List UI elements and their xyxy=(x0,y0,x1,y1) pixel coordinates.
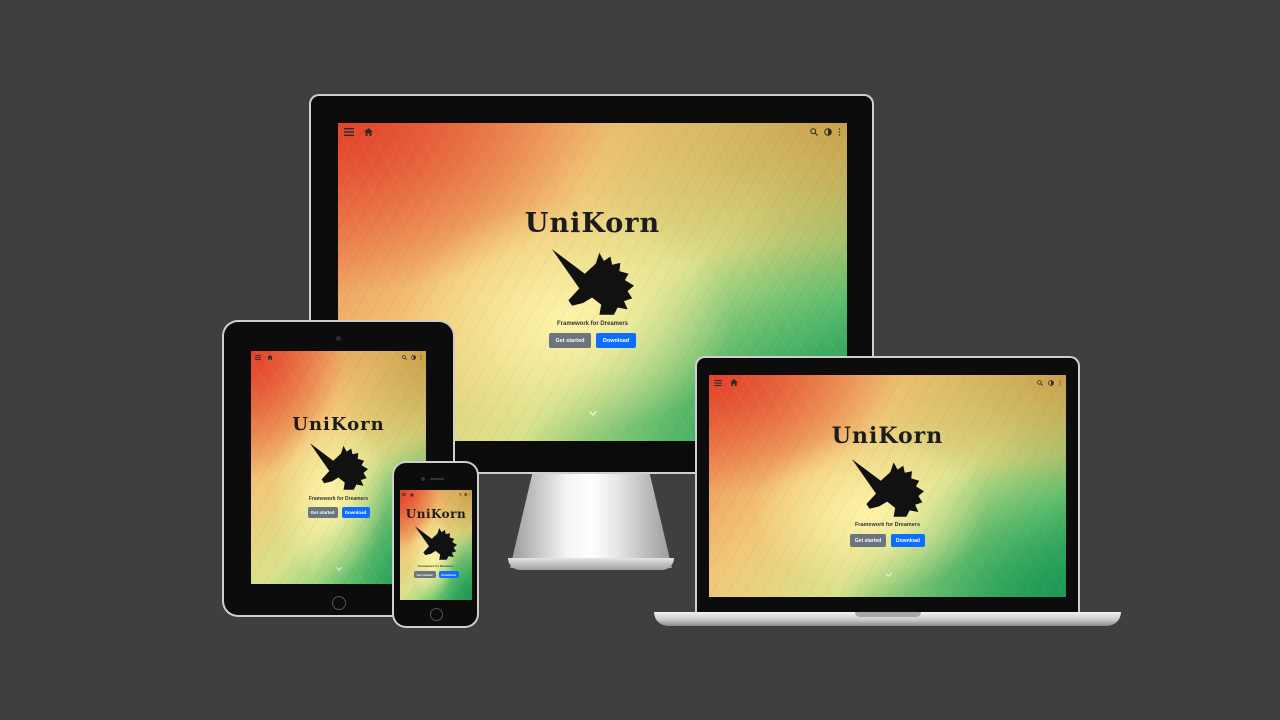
more-vertical-icon[interactable] xyxy=(420,355,422,360)
get-started-button[interactable]: Get started xyxy=(549,333,591,348)
chevron-down-icon[interactable] xyxy=(884,573,892,577)
hero-buttons: Get started Download xyxy=(549,333,636,348)
chevron-down-icon[interactable] xyxy=(335,567,342,571)
monitor-base xyxy=(508,558,674,570)
hero-section: UniKorn Framework for Dreamers Get start… xyxy=(338,209,847,348)
tagline: Framework for Dreamers xyxy=(418,564,454,568)
unicorn-logo-icon xyxy=(415,526,457,560)
home-icon[interactable] xyxy=(364,128,373,136)
hero-section: UniKorn Framework for Dreamers Get start… xyxy=(400,507,472,578)
hero-buttons: Get started Download xyxy=(413,571,459,578)
site-title: UniKorn xyxy=(524,208,661,239)
download-button[interactable]: Download xyxy=(341,507,370,518)
phone-speaker xyxy=(430,478,444,480)
home-icon[interactable] xyxy=(410,492,414,497)
hero-section: UniKorn Framework for Dreamers Get start… xyxy=(709,424,1066,547)
top-navbar xyxy=(251,351,426,364)
site-title: UniKorn xyxy=(831,423,944,449)
unicorn-logo-icon xyxy=(551,249,634,315)
phone-home-button[interactable] xyxy=(430,608,443,621)
top-navbar xyxy=(400,490,472,499)
hamburger-menu-icon[interactable] xyxy=(255,355,261,360)
home-icon[interactable] xyxy=(267,355,273,360)
hamburger-menu-icon[interactable] xyxy=(714,379,722,386)
hero-buttons: Get started Download xyxy=(850,534,925,547)
phone-screen: UniKorn Framework for Dreamers Get start… xyxy=(400,490,472,600)
more-vertical-icon[interactable] xyxy=(469,493,470,496)
search-icon[interactable] xyxy=(810,128,818,136)
download-button[interactable]: Download xyxy=(438,571,459,578)
get-started-button[interactable]: Get started xyxy=(850,534,886,547)
top-navbar xyxy=(338,123,847,141)
monitor-stand xyxy=(510,472,672,568)
tagline: Framework for Dreamers xyxy=(854,522,921,528)
hero-buttons: Get started Download xyxy=(307,507,370,518)
contrast-icon[interactable] xyxy=(411,355,416,360)
hamburger-menu-icon[interactable] xyxy=(344,128,354,136)
search-icon[interactable] xyxy=(459,493,462,496)
tagline: Framework for Dreamers xyxy=(556,321,629,327)
chevron-down-icon[interactable] xyxy=(588,411,597,416)
laptop-screen: UniKorn Framework for Dreamers Get start… xyxy=(709,375,1066,597)
more-vertical-icon[interactable] xyxy=(1059,379,1061,386)
contrast-icon[interactable] xyxy=(464,493,467,496)
site-title: UniKorn xyxy=(292,414,385,435)
tablet-home-button[interactable] xyxy=(332,596,346,610)
contrast-icon[interactable] xyxy=(824,128,832,136)
search-icon[interactable] xyxy=(1037,379,1043,386)
unicorn-logo-icon xyxy=(309,443,368,490)
tagline: Framework for Dreamers xyxy=(308,496,369,502)
home-icon[interactable] xyxy=(730,379,738,386)
download-button[interactable]: Download xyxy=(596,333,636,348)
get-started-button[interactable]: Get started xyxy=(307,507,338,518)
top-navbar xyxy=(709,375,1066,390)
hero-section: UniKorn Framework for Dreamers Get start… xyxy=(251,415,426,518)
site-title: UniKorn xyxy=(405,507,467,521)
hamburger-menu-icon[interactable] xyxy=(402,493,406,496)
laptop-notch xyxy=(855,612,921,617)
unicorn-logo-icon xyxy=(851,459,924,517)
search-icon[interactable] xyxy=(402,355,407,360)
contrast-icon[interactable] xyxy=(1048,379,1054,386)
download-button[interactable]: Download xyxy=(891,534,925,547)
more-vertical-icon[interactable] xyxy=(838,128,841,136)
get-started-button[interactable]: Get started xyxy=(413,571,436,578)
